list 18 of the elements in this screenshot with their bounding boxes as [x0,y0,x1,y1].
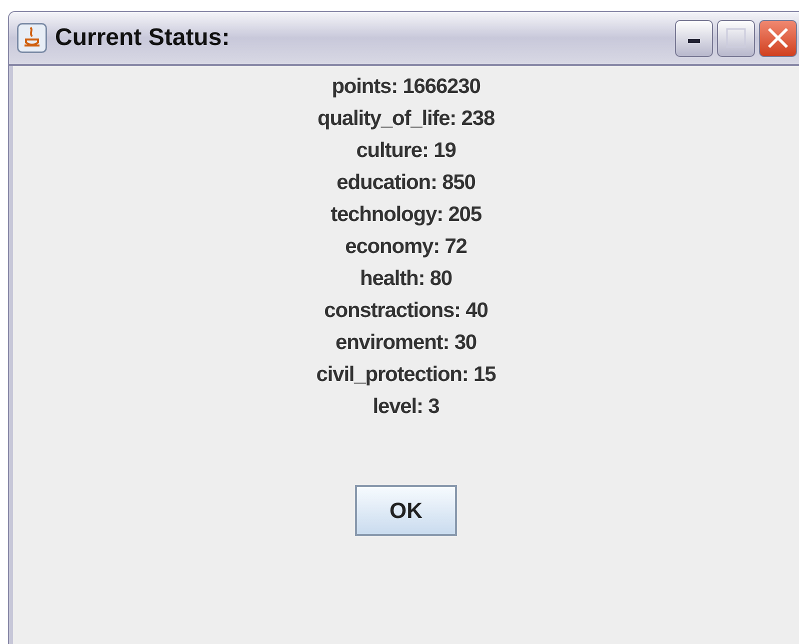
status-line: enviroment: 30 [336,330,476,356]
maximize-button[interactable] [717,20,755,56]
close-icon [767,27,789,49]
status-line: constractions: 40 [324,298,488,324]
status-line: culture: 19 [356,138,456,164]
status-line: quality_of_life: 238 [317,106,495,132]
status-line: education: 850 [336,170,476,196]
close-button[interactable] [759,20,797,56]
ok-button[interactable]: OK [355,485,457,536]
status-line: points: 1666230 [332,74,480,100]
status-line: technology: 205 [330,202,482,228]
minimize-button[interactable] [675,20,713,56]
status-line: economy: 72 [345,234,467,260]
coffee-cup-icon [17,23,47,53]
status-line: health: 80 [360,266,452,292]
status-line: civil_protection: 15 [316,362,496,388]
status-line: level: 3 [372,394,440,420]
window-title: Current Status: [55,23,230,53]
